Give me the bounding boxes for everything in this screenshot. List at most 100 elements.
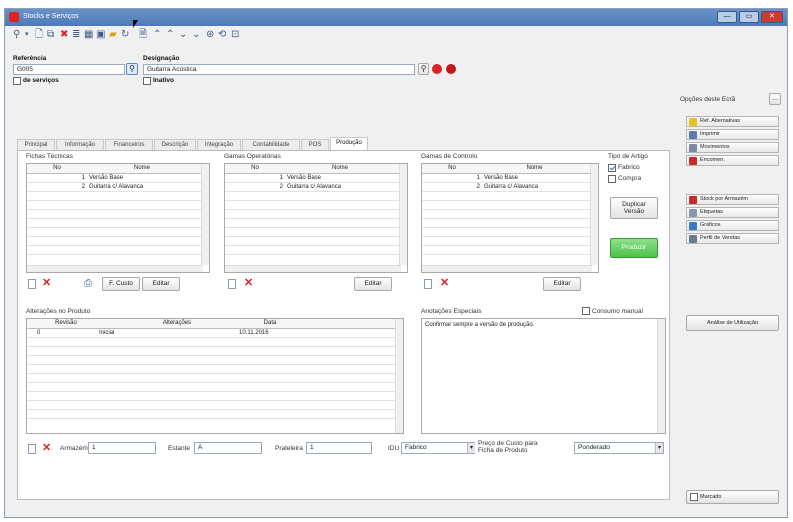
gamas-ctrl-editar-button[interactable]: Editar — [543, 277, 581, 291]
delete-row-icon[interactable]: ✕ — [244, 278, 253, 289]
prateleira-input[interactable]: 1 — [306, 442, 372, 454]
designacao-search-button[interactable]: ⚲ — [418, 63, 429, 75]
warehouse-icon — [689, 196, 697, 204]
idu-select[interactable]: Fabrico — [401, 442, 475, 454]
folder-icon[interactable]: ▰ — [109, 28, 117, 42]
preco-custo-select[interactable]: Ponderado — [574, 442, 664, 454]
tab-producao[interactable]: Produção — [330, 137, 368, 151]
sync-icon[interactable]: ⟲ — [218, 28, 226, 42]
flag-red-icon[interactable] — [432, 64, 442, 74]
table-row[interactable]: 2 Guitarra c/ Alavanca — [422, 183, 592, 192]
armazem-input[interactable]: 1 — [88, 442, 156, 454]
anotacoes-textarea[interactable]: Confirmar sempre a versão de produção. — [421, 318, 666, 434]
inativo-checkbox[interactable] — [143, 77, 151, 85]
referencia-search-button[interactable]: ⚲ — [126, 63, 138, 75]
arrow-down-icon[interactable]: ⌄ — [192, 28, 200, 42]
table-row — [27, 392, 397, 401]
gamas-op-grid[interactable]: No Nome 1 Versão Base 2 Guitarra c/ Alav… — [224, 163, 408, 273]
analise-utilizacao-button[interactable]: Análise de Utilização — [686, 315, 779, 331]
consumo-manual-checkbox[interactable] — [582, 307, 590, 315]
armazem-label: Armazém — [60, 445, 88, 452]
gamas-op-editar-button[interactable]: Editar — [354, 277, 392, 291]
fichas-grid[interactable]: No Nome 1 Versão Base 2 Guitarra c/ Alav… — [26, 163, 210, 273]
table-row — [225, 192, 401, 201]
compra-checkbox[interactable] — [608, 175, 616, 183]
refresh-icon[interactable]: ↻ — [121, 28, 129, 42]
fcusto-button[interactable]: F. Custo — [102, 277, 140, 291]
alteracoes-grid[interactable]: Revisão Alterações Data 0 Inicial 10.11.… — [26, 318, 404, 434]
new-row-icon[interactable] — [228, 279, 236, 289]
vertical-scrollbar[interactable] — [395, 319, 403, 433]
table-row[interactable]: 1 Versão Base — [225, 174, 401, 183]
estante-input[interactable]: A — [194, 442, 262, 454]
horizontal-scrollbar[interactable] — [225, 265, 401, 272]
zoom-icon[interactable]: ⊡ — [231, 28, 239, 42]
table-row — [225, 237, 401, 246]
delete-row-icon[interactable]: ✕ — [42, 278, 51, 289]
profile-icon — [689, 235, 697, 243]
sidebar-item-ref-alternativas[interactable]: Ref. Alternativas — [686, 116, 779, 127]
de-servicos-checkbox[interactable] — [13, 77, 21, 85]
new-row-icon[interactable] — [28, 279, 36, 289]
table-row — [27, 246, 203, 255]
sidebar-item-stock-armazem[interactable]: Stock por Armazém — [686, 194, 779, 205]
fabrico-checkbox[interactable] — [608, 164, 616, 172]
consumo-manual-label: Consumo manual — [592, 308, 643, 315]
new-row-icon[interactable] — [28, 444, 36, 454]
col-no: No — [53, 165, 61, 171]
arrow-up-icon[interactable]: ⌃ — [166, 28, 174, 42]
vertical-scrollbar[interactable] — [590, 164, 598, 265]
sidebar-item-encomendas[interactable]: Encomen. — [686, 155, 779, 166]
opcoes-label: Opções deste Ecrã — [680, 96, 736, 103]
document-icon[interactable]: 🗎 — [139, 28, 147, 42]
delete-row-icon[interactable]: ✕ — [440, 278, 449, 289]
table-row[interactable]: 2 Guitarra c/ Alavanca — [225, 183, 401, 192]
vertical-scrollbar[interactable] — [201, 164, 209, 265]
arrow-up-icon[interactable]: ⌃ — [153, 28, 161, 42]
globe-icon[interactable]: ⊛ — [206, 28, 214, 42]
col-nome: Nome — [133, 165, 150, 171]
chevron-down-icon[interactable]: ▾ — [25, 28, 29, 42]
table-row[interactable]: 0 Inicial 10.11.2016 — [27, 329, 397, 338]
sidebar-item-imprimir[interactable]: Imprimir — [686, 129, 779, 140]
image-icon[interactable]: ▣ — [96, 28, 105, 42]
search-icon[interactable]: ⚲ — [13, 28, 20, 42]
arrow-down-icon[interactable]: ⌄ — [179, 28, 187, 42]
close-button[interactable]: ✕ — [761, 11, 783, 23]
sidebar-item-graficos[interactable]: Gráficos — [686, 220, 779, 231]
new-row-icon[interactable] — [424, 279, 432, 289]
delete-row-icon[interactable]: ✕ — [42, 443, 51, 454]
opcoes-dropdown-button[interactable]: … — [769, 93, 781, 105]
duplicar-versao-button[interactable]: Duplicar Versão — [610, 197, 658, 219]
list-icon[interactable]: ≣ — [72, 28, 80, 42]
minimize-button[interactable]: — — [717, 11, 737, 23]
col-revisao: Revisão — [55, 320, 77, 326]
horizontal-scrollbar[interactable] — [27, 265, 203, 272]
printer-icon[interactable]: ⎙ — [84, 277, 92, 291]
vertical-scrollbar[interactable] — [657, 319, 665, 433]
sidebar-item-movimentos[interactable]: Movimentos — [686, 142, 779, 153]
table-row[interactable]: 1 Versão Base — [422, 174, 592, 183]
gamas-ctrl-grid[interactable]: No Nome 1 Versão Base 2 Guitarra c/ Alav… — [421, 163, 599, 273]
table-row[interactable]: 1 Versão Base — [27, 174, 203, 183]
horizontal-scrollbar[interactable] — [422, 265, 592, 272]
new-document-icon[interactable]: 🗋 — [35, 28, 43, 42]
designacao-input[interactable]: Guitarra Acústica — [143, 64, 415, 75]
grid-icon[interactable]: ▦ — [84, 28, 93, 42]
chevron-down-icon[interactable]: ▾ — [655, 443, 663, 453]
vertical-scrollbar[interactable] — [399, 164, 407, 265]
delete-icon[interactable]: ✖ — [60, 28, 68, 42]
sidebar-item-perfil-vendas[interactable]: Perfil de Vendas — [686, 233, 779, 244]
referencia-input[interactable]: G005 — [13, 64, 125, 75]
marcado-toggle[interactable]: Marcado — [686, 490, 779, 504]
sidebar-item-etiquetas[interactable]: Etiquetas — [686, 207, 779, 218]
produzir-button[interactable]: Produzir — [610, 238, 658, 258]
chevron-down-icon[interactable]: ▾ — [467, 443, 475, 453]
fichas-editar-button[interactable]: Editar — [142, 277, 180, 291]
table-row[interactable]: 2 Guitarra c/ Alavanca — [27, 183, 203, 192]
maximize-button[interactable]: ▭ — [739, 11, 759, 23]
cell-nome: Guitarra c/ Alavanca — [89, 184, 144, 190]
prateleira-label: Prateleira — [275, 445, 303, 452]
copy-icon[interactable]: ⧉ — [47, 28, 54, 42]
stop-icon[interactable] — [446, 64, 456, 74]
